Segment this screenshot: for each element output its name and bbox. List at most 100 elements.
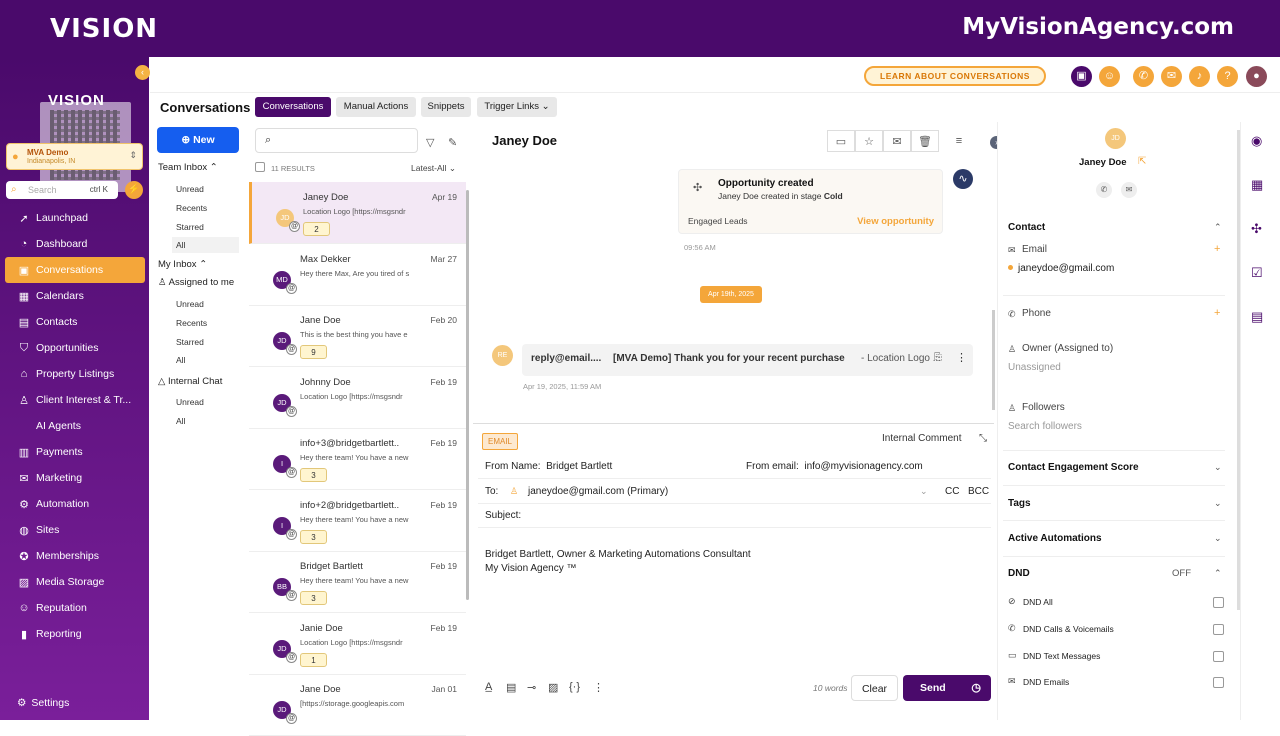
nav-item-client-interest-tr[interactable]: ♙ Client Interest & Tr...: [5, 387, 145, 413]
expand-icon[interactable]: ⤡: [979, 433, 987, 444]
internal-comment-tab[interactable]: Internal Comment: [882, 433, 961, 444]
tab-snippets[interactable]: Snippets: [421, 97, 471, 117]
conversation-row[interactable]: BB @ Bridget Bartlett Feb 19 Hey there team!…: [249, 551, 466, 613]
chevron-down-icon[interactable]: ⌄: [1214, 533, 1222, 544]
chat-icon[interactable]: ▣: [1071, 66, 1092, 87]
cc-button[interactable]: CC: [945, 486, 959, 497]
team-unread[interactable]: Unread: [176, 184, 204, 194]
notes-icon[interactable]: ▤: [1251, 309, 1263, 325]
tab-trigger-links[interactable]: Trigger Links ⌄: [477, 97, 557, 117]
active-automations-header[interactable]: Active Automations: [1008, 533, 1102, 544]
dnd-header[interactable]: DND: [1008, 568, 1030, 579]
nav-item-calendars[interactable]: ▦ Calendars: [5, 283, 145, 309]
calendar-icon[interactable]: ▦: [1251, 177, 1263, 193]
send-button[interactable]: Send ◷: [903, 675, 991, 701]
channel-email-tab[interactable]: EMAIL: [482, 433, 518, 450]
tab-conversations[interactable]: Conversations: [255, 97, 331, 117]
bell-icon[interactable]: ♪: [1189, 66, 1210, 87]
team-starred[interactable]: Starred: [176, 222, 204, 232]
chevron-down-icon[interactable]: ⌄: [920, 486, 928, 497]
nav-item-automation[interactable]: ⚙ Automation: [5, 491, 145, 517]
image-icon[interactable]: ▨: [548, 681, 558, 694]
conversation-search-input[interactable]: ⌕: [255, 128, 418, 153]
filter-lines-icon[interactable]: ≡: [945, 130, 973, 152]
from-email-field[interactable]: From email: info@myvisionagency.com: [746, 461, 923, 472]
mail-icon[interactable]: ✉: [1121, 182, 1137, 198]
team-all[interactable]: All: [176, 240, 185, 250]
quick-actions-icon[interactable]: ⚡: [125, 181, 143, 199]
nav-item-dashboard[interactable]: ◔ Dashboard: [5, 231, 145, 257]
schedule-clock-icon[interactable]: ◷: [971, 681, 981, 694]
owner-select[interactable]: Unassigned: [1008, 362, 1061, 373]
trash-icon[interactable]: 🗑: [911, 130, 939, 152]
nav-item-payments[interactable]: ▥ Payments: [5, 439, 145, 465]
messages-scrollbar[interactable]: [992, 310, 995, 410]
my-recents[interactable]: Recents: [176, 318, 207, 328]
dnd-emails-checkbox[interactable]: [1213, 677, 1224, 688]
nav-item-media-storage[interactable]: ▨ Media Storage: [5, 569, 145, 595]
chevron-up-icon[interactable]: ⌃: [1214, 222, 1222, 233]
add-phone-icon[interactable]: +: [1214, 307, 1220, 319]
star-icon[interactable]: ☆: [855, 130, 883, 152]
conversation-row[interactable]: JD @ Johnny Doe Feb 19 Location Logo [https:…: [249, 367, 466, 429]
help-icon[interactable]: ?: [1217, 66, 1238, 87]
chevron-up-icon[interactable]: ⌃: [1214, 568, 1222, 579]
conversation-row[interactable]: JD @ Janey Doe Apr 19 Location Logo [https:/…: [249, 182, 466, 244]
link-icon[interactable]: ⊸: [527, 681, 536, 694]
nav-item-memberships[interactable]: ✪ Memberships: [5, 543, 145, 569]
tags-header[interactable]: Tags: [1008, 498, 1031, 509]
more-vertical-icon[interactable]: ⋮: [956, 351, 967, 364]
conversation-row[interactable]: JD @ Janie Doe Feb 19 Location Logo [https:/…: [249, 613, 466, 675]
list-scrollbar[interactable]: [466, 190, 469, 600]
nav-item-property-listings[interactable]: ⌂ Property Listings: [5, 361, 145, 387]
followers-search-input[interactable]: Search followers: [1008, 421, 1082, 432]
sort-select[interactable]: Latest-All ⌄: [411, 163, 456, 174]
user-avatar[interactable]: ●: [1246, 66, 1267, 87]
text-format-icon[interactable]: A̲: [485, 681, 492, 693]
nav-item-ai-agents[interactable]: AI Agents: [5, 413, 145, 439]
compose-icon[interactable]: ✎: [448, 136, 457, 149]
subject-field[interactable]: Subject:: [485, 510, 521, 521]
chat-unread[interactable]: Unread: [176, 397, 204, 407]
clear-button[interactable]: Clear: [851, 675, 898, 701]
task-check-icon[interactable]: ☑: [1251, 265, 1263, 281]
view-opportunity-link[interactable]: View opportunity: [857, 216, 934, 227]
network-icon[interactable]: ✣: [1251, 221, 1262, 237]
engagement-score-header[interactable]: Contact Engagement Score: [1008, 462, 1139, 473]
from-name-field[interactable]: From Name: Bridget Bartlett: [485, 461, 612, 472]
chat-all[interactable]: All: [176, 416, 185, 426]
activity-icon[interactable]: ∿: [953, 169, 973, 189]
team-recents[interactable]: Recents: [176, 203, 207, 213]
settings-nav-item[interactable]: ⚙ Settings: [17, 697, 69, 709]
nav-item-reporting[interactable]: ▮ Reporting: [5, 621, 145, 647]
location-switcher[interactable]: ● MVA Demo Indianapolis, IN ⇕: [6, 143, 143, 170]
tab-manual-actions[interactable]: Manual Actions: [336, 97, 416, 117]
assigned-to-me[interactable]: ♙ Assigned to me: [158, 277, 234, 288]
document-icon[interactable]: ▤: [506, 681, 516, 694]
phone-icon[interactable]: ✆: [1133, 66, 1154, 87]
conversation-row[interactable]: I @ info+3@bridgetbartlett.. Feb 19 Hey ther…: [249, 428, 466, 490]
chevron-down-icon[interactable]: ⌄: [1214, 498, 1222, 509]
my-starred[interactable]: Starred: [176, 337, 204, 347]
filter-icon[interactable]: ▽: [426, 136, 434, 149]
folder-icon[interactable]: ▭: [827, 130, 855, 152]
my-inbox-header[interactable]: My Inbox ⌃: [158, 259, 207, 270]
nav-item-opportunities[interactable]: ⛉ Opportunities: [5, 335, 145, 361]
email-body[interactable]: Bridget Bartlett, Owner & Marketing Auto…: [485, 548, 751, 576]
custom-values-icon[interactable]: {·}: [569, 681, 580, 693]
dnd-all-checkbox[interactable]: [1213, 597, 1224, 608]
external-link-icon[interactable]: ⇱: [1138, 156, 1146, 167]
nav-item-conversations[interactable]: ▣ Conversations: [5, 257, 145, 283]
contact-section-header[interactable]: Contact: [1008, 222, 1045, 233]
chevron-down-icon[interactable]: ⌄: [1214, 462, 1222, 473]
conversation-row[interactable]: JD @ Jane Doe Jan 01 [https://storage.google…: [249, 674, 466, 736]
phone-icon[interactable]: ✆: [1096, 182, 1112, 198]
nav-item-marketing[interactable]: ✉ Marketing: [5, 465, 145, 491]
learn-about-conversations-button[interactable]: LEARN ABOUT CONVERSATIONS: [864, 66, 1046, 86]
email-value[interactable]: janeydoe@gmail.com: [1018, 263, 1114, 274]
nav-item-reputation[interactable]: ☺ Reputation: [5, 595, 145, 621]
conversation-row[interactable]: MD @ Max Dekker Mar 27 Hey there Max, Are yo…: [249, 244, 466, 306]
team-inbox-header[interactable]: Team Inbox ⌃: [158, 162, 218, 173]
dnd-calls-checkbox[interactable]: [1213, 624, 1224, 635]
my-all[interactable]: All: [176, 355, 185, 365]
